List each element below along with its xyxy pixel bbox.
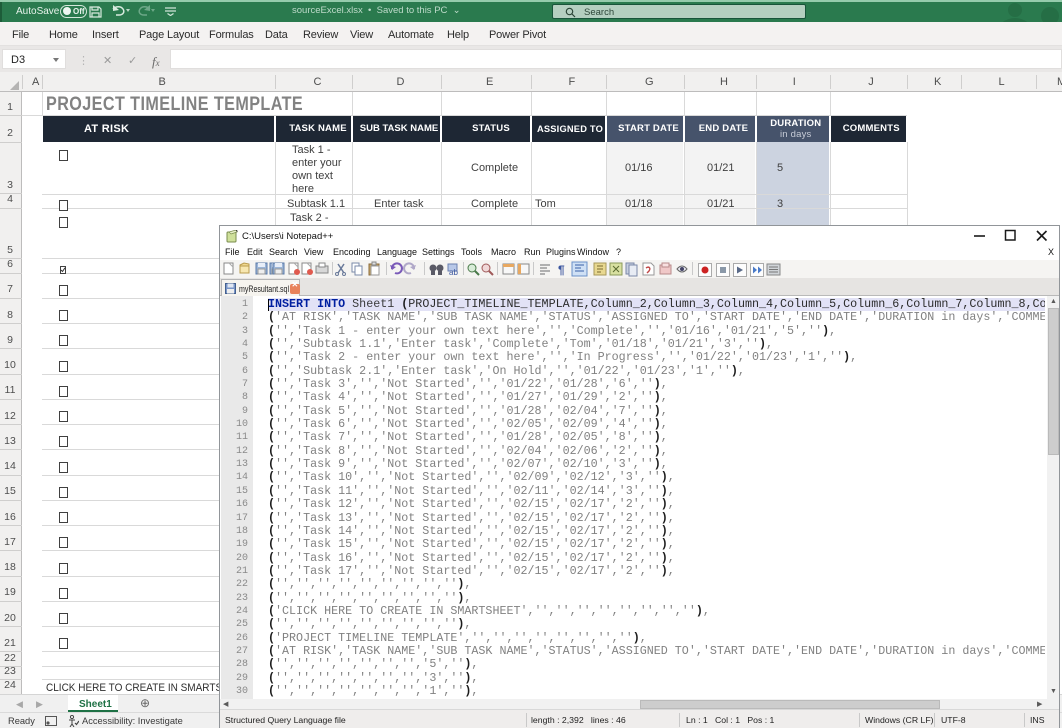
svg-text:ab: ab — [449, 268, 458, 277]
svg-text:¶: ¶ — [558, 263, 565, 277]
